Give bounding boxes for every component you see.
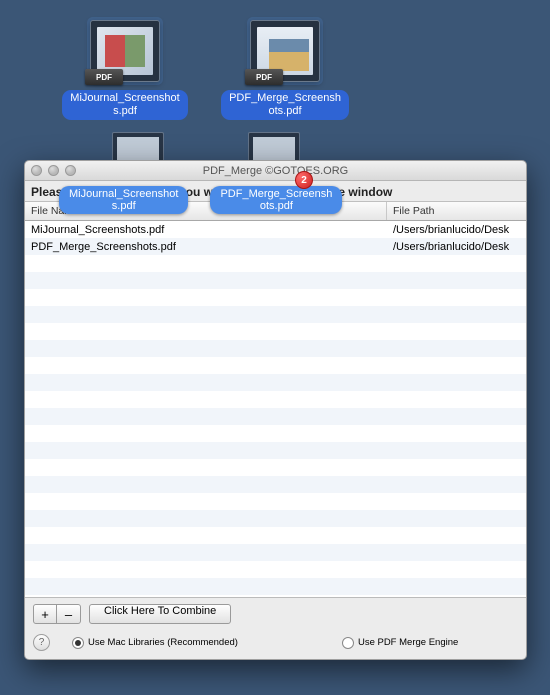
file-label: PDF_Merge_Screensh ots.pdf [221, 90, 349, 120]
cell-filepath: /Users/brianlucido/Desk [387, 241, 526, 253]
table-row[interactable]: MiJournal_Screenshots.pdf /Users/brianlu… [25, 221, 526, 238]
column-header-filepath[interactable]: File Path [387, 202, 526, 220]
desktop-file-pdfmerge[interactable]: PDF PDF_Merge_Screensh ots.pdf [230, 20, 340, 120]
drag-count-badge: 2 [295, 171, 313, 189]
combine-button[interactable]: Click Here To Combine [89, 604, 231, 624]
remove-button[interactable]: – [57, 604, 81, 624]
drag-label: PDF_Merge_Screensh ots.pdf [210, 186, 342, 214]
bottom-toolbar: + – Click Here To Combine [25, 598, 526, 630]
table-body[interactable]: MiJournal_Screenshots.pdf /Users/brianlu… [25, 221, 526, 598]
radio-mac-libraries[interactable]: Use Mac Libraries (Recommended) [72, 637, 238, 649]
cell-filename: MiJournal_Screenshots.pdf [25, 224, 387, 236]
options-bar: ? Use Mac Libraries (Recommended) Use PD… [25, 630, 526, 659]
radio-label: Use PDF Merge Engine [358, 637, 458, 648]
pdf-file-icon: PDF [90, 20, 160, 82]
table-row[interactable]: PDF_Merge_Screenshots.pdf /Users/brianlu… [25, 238, 526, 255]
cell-filepath: /Users/brianlucido/Desk [387, 224, 526, 236]
radio-icon[interactable] [342, 637, 354, 649]
radio-label: Use Mac Libraries (Recommended) [88, 637, 238, 648]
app-window: PDF_Merge ©GOTOES.ORG Please Drag the PD… [24, 160, 527, 660]
pdf-badge-icon: PDF [85, 69, 123, 85]
radio-pdf-engine[interactable]: Use PDF Merge Engine [342, 637, 458, 649]
window-title: PDF_Merge ©GOTOES.ORG [25, 165, 526, 177]
help-button[interactable]: ? [33, 634, 50, 651]
pdf-file-icon: PDF [250, 20, 320, 82]
add-button[interactable]: + [33, 604, 57, 624]
titlebar[interactable]: PDF_Merge ©GOTOES.ORG [25, 161, 526, 181]
drag-label-group: MiJournal_Screenshot s.pdf PDF_Merge_Scr… [59, 186, 342, 214]
desktop-file-mijournal[interactable]: PDF MiJournal_Screenshot s.pdf [70, 20, 180, 120]
radio-icon[interactable] [72, 637, 84, 649]
cell-filename: PDF_Merge_Screenshots.pdf [25, 241, 387, 253]
desktop-icons: PDF MiJournal_Screenshot s.pdf PDF PDF_M… [70, 20, 340, 120]
file-label: MiJournal_Screenshot s.pdf [62, 90, 187, 120]
drag-label: MiJournal_Screenshot s.pdf [59, 186, 188, 214]
pdf-badge-icon: PDF [245, 69, 283, 85]
